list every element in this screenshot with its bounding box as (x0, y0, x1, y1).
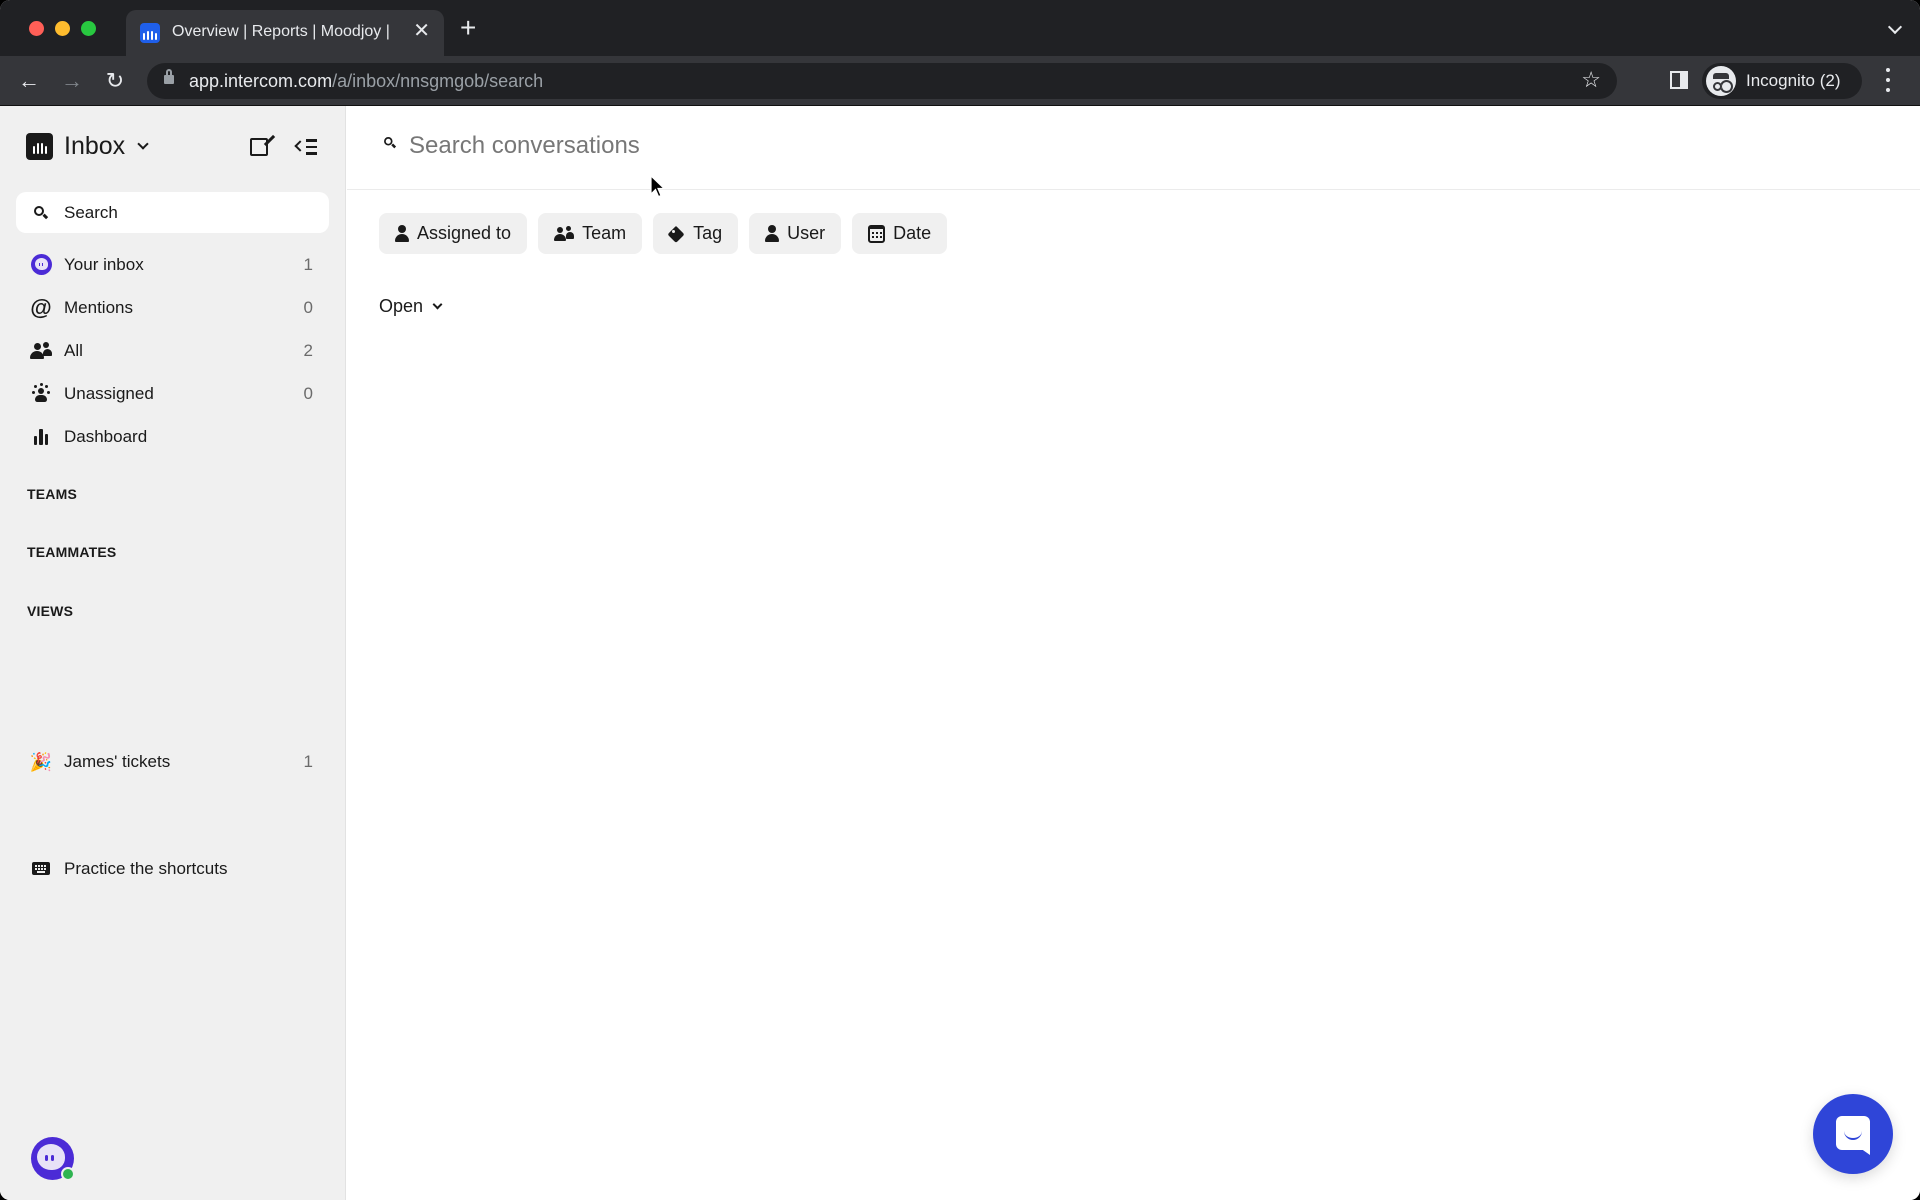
url-text[interactable]: app.intercom.com/a/inbox/nnsgmgob/search (189, 71, 543, 92)
tab-title: Overview | Reports | Moodjoy | (172, 23, 390, 40)
filter-label: User (787, 223, 826, 243)
team-icon (554, 225, 575, 242)
intercom-logo-icon (26, 133, 53, 160)
views-list: 🎉 James' tickets 1 (16, 740, 329, 783)
view-item-count: 1 (303, 751, 313, 771)
search-icon (34, 205, 48, 220)
browser-toolbar: ← → ↻ app.intercom.com/a/inbox/nnsgmgob/… (0, 56, 1920, 106)
inbox-title: Inbox (64, 132, 126, 160)
sidebar-item-label: Mentions (64, 297, 133, 317)
sidebar-item-all[interactable]: All 2 (16, 329, 329, 372)
close-window-button[interactable] (29, 21, 44, 36)
filter-assigned-to-button[interactable]: Assigned to (379, 213, 528, 254)
sidebar-item-label: Dashboard (64, 426, 148, 446)
ghost-avatar-icon (30, 254, 52, 275)
filter-label: Tag (693, 223, 723, 243)
back-button[interactable]: ← (14, 66, 44, 96)
intercom-app: Inbox Search Your inbox 1 @ Mentions 0 A… (0, 106, 1920, 1200)
sidebar-item-count: 0 (303, 297, 313, 317)
forward-button[interactable]: → (57, 66, 87, 96)
browser-tab-bar: Overview | Reports | Moodjoy | ✕ + (0, 0, 1920, 56)
sidebar-search-button[interactable]: Search (16, 192, 329, 233)
search-main-panel: Assigned to Team Tag User Date (347, 106, 1920, 1200)
status-filter-label: Open (379, 296, 424, 316)
section-teams[interactable]: TEAMS (27, 486, 77, 502)
side-panel-icon[interactable] (1670, 71, 1688, 89)
intercom-logo-icon (140, 23, 160, 43)
browser-menu-icon[interactable] (1886, 68, 1890, 92)
view-item-label: James' tickets (64, 751, 171, 771)
filter-tag-button[interactable]: Tag (653, 213, 739, 254)
browser-tab-active[interactable]: Overview | Reports | Moodjoy | ✕ (126, 10, 444, 56)
person-icon (395, 225, 409, 242)
filter-user-button[interactable]: User (749, 213, 842, 254)
shortcuts-label: Practice the shortcuts (64, 858, 228, 878)
chat-bubble-icon (1836, 1116, 1870, 1150)
inbox-sidebar: Inbox Search Your inbox 1 @ Mentions 0 A… (0, 106, 346, 1200)
sidebar-item-label: Your inbox (64, 254, 144, 274)
tag-icon (669, 226, 685, 242)
sidebar-item-count: 1 (303, 254, 313, 274)
sidebar-item-label: Unassigned (64, 383, 154, 403)
search-filters: Assigned to Team Tag User Date (379, 213, 948, 254)
sidebar-item-unassigned[interactable]: Unassigned 0 (16, 372, 329, 415)
sidebar-item-mentions[interactable]: @ Mentions 0 (16, 286, 329, 329)
new-tab-button[interactable]: + (460, 14, 476, 42)
party-popper-icon: 🎉 (29, 751, 53, 772)
search-icon (384, 137, 396, 149)
incognito-profile-button[interactable]: Incognito (2) (1702, 63, 1862, 99)
search-conversations-input[interactable] (409, 126, 1309, 166)
status-filter-dropdown[interactable]: Open (379, 296, 443, 317)
conversation-search-bar (347, 106, 1920, 190)
reload-button[interactable]: ↻ (100, 66, 130, 96)
user-avatar[interactable] (31, 1137, 75, 1181)
maximize-window-button[interactable] (81, 21, 96, 36)
practice-shortcuts-link[interactable]: Practice the shortcuts (16, 847, 329, 890)
compose-icon[interactable] (250, 138, 268, 156)
bar-chart-icon (33, 428, 49, 445)
sidebar-nav: Your inbox 1 @ Mentions 0 All 2 Unassign… (16, 243, 329, 458)
sidebar-item-your-inbox[interactable]: Your inbox 1 (16, 243, 329, 286)
close-tab-icon[interactable]: ✕ (413, 20, 430, 42)
people-icon (30, 341, 52, 360)
filter-team-button[interactable]: Team (538, 213, 643, 254)
calendar-icon (868, 225, 886, 243)
shortcuts-item[interactable]: Practice the shortcuts (16, 847, 329, 890)
sidebar-search-label: Search (64, 202, 118, 222)
unassigned-icon (30, 382, 52, 405)
collapse-sidebar-icon[interactable] (294, 137, 318, 157)
filter-label: Date (893, 223, 932, 243)
lock-icon (164, 69, 174, 84)
section-views[interactable]: VIEWS (27, 603, 73, 619)
incognito-label: Incognito (2) (1746, 71, 1841, 90)
online-status-indicator (61, 1167, 75, 1181)
address-bar[interactable]: app.intercom.com/a/inbox/nnsgmgob/search… (147, 63, 1617, 99)
user-icon (765, 225, 780, 242)
bookmark-star-icon[interactable]: ☆ (1581, 67, 1601, 93)
view-item-james-tickets[interactable]: 🎉 James' tickets 1 (16, 740, 329, 783)
sidebar-item-count: 2 (303, 340, 313, 360)
url-host: app.intercom.com (189, 71, 333, 91)
sidebar-item-dashboard[interactable]: Dashboard (16, 415, 329, 458)
chevron-down-icon (432, 299, 443, 309)
browser-window: Overview | Reports | Moodjoy | ✕ + ← → ↻… (0, 0, 1920, 1200)
incognito-icon (1706, 66, 1736, 96)
tab-search-chevron-icon[interactable] (1887, 19, 1903, 35)
sidebar-item-label: All (64, 340, 83, 360)
filter-label: Team (582, 223, 627, 243)
messenger-launcher-button[interactable] (1813, 1094, 1893, 1174)
url-path: /a/inbox/nnsgmgob/search (332, 71, 544, 91)
sidebar-item-count: 0 (303, 383, 313, 403)
minimize-window-button[interactable] (55, 21, 70, 36)
filter-label: Assigned to (417, 223, 512, 243)
keyboard-icon (32, 862, 50, 875)
filter-date-button[interactable]: Date (852, 213, 948, 254)
at-icon: @ (30, 294, 52, 320)
chevron-down-icon (137, 137, 149, 150)
inbox-switcher[interactable]: Inbox (26, 132, 149, 161)
section-teammates[interactable]: TEAMMATES (27, 544, 116, 560)
